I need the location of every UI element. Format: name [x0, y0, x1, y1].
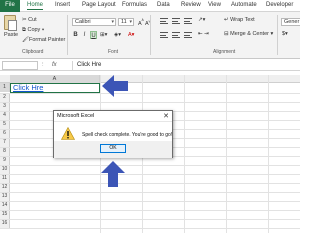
format-painter-label: Format Painter	[28, 37, 66, 43]
group-divider	[150, 15, 151, 55]
row-gridline	[0, 201, 300, 202]
dialog-footer: OK	[54, 141, 172, 158]
row-header[interactable]: 4	[0, 111, 10, 120]
tab-view[interactable]: View	[208, 2, 221, 8]
row-header[interactable]: 12	[0, 183, 10, 192]
row-gridline	[0, 192, 300, 193]
clipboard-group-label: Clipboard	[22, 49, 44, 55]
merge-center-button[interactable]: ⊟ Merge & Center ▾	[224, 31, 273, 37]
tab-data[interactable]: Data	[157, 2, 170, 8]
chevron-down-icon: ▾	[268, 31, 274, 37]
ribbon-tab-bar: File Home Insert Page Layout Formulas Da…	[0, 0, 300, 12]
name-box[interactable]	[2, 61, 38, 70]
formula-input[interactable]: Click Hre	[72, 61, 298, 70]
borders-icon[interactable]: ⊞▾	[100, 32, 107, 38]
cut-label: Cut	[28, 17, 37, 23]
wrap-text-button[interactable]: ↵ Wrap Text	[224, 17, 255, 23]
row-header[interactable]: 6	[0, 129, 10, 138]
align-middle-icon[interactable]	[172, 18, 180, 24]
copy-button[interactable]: ⧉ Copy ▾	[22, 27, 44, 34]
chevron-down-icon: ▾	[111, 19, 114, 25]
font-size-select[interactable]: 11 ▾	[118, 18, 134, 26]
bold-button[interactable]: B	[72, 31, 79, 39]
insert-function-button[interactable]: fx	[52, 62, 57, 68]
row-header[interactable]: 7	[0, 138, 10, 147]
group-divider	[277, 15, 278, 55]
dialog-title: Microsoft Excel	[57, 113, 95, 119]
arrow-up-icon	[101, 161, 125, 187]
row-gridline	[0, 183, 300, 184]
ribbon-home: Paste ✂ Cut ⧉ Copy ▾ 🖌Format Painter Cli…	[0, 12, 300, 59]
row-header[interactable]: 2	[0, 93, 10, 102]
row-header[interactable]: 11	[0, 174, 10, 183]
row-gridline	[0, 174, 300, 175]
row-gridline	[0, 228, 300, 229]
tab-review[interactable]: Review	[181, 2, 201, 8]
formula-bar-controls-icon: ⋮	[40, 62, 46, 68]
font-group-label: Font	[108, 49, 119, 55]
paste-button[interactable]: Paste	[4, 32, 18, 38]
merge-center-label: Merge & Center	[230, 31, 269, 37]
wrap-text-label: Wrap Text	[230, 17, 255, 23]
font-name-value: Calibri	[75, 19, 91, 25]
row-header[interactable]: 3	[0, 102, 10, 111]
italic-button[interactable]: I	[81, 31, 88, 39]
paste-icon[interactable]	[4, 15, 17, 31]
orientation-icon[interactable]: ↗▾	[198, 17, 205, 23]
close-icon[interactable]: ✕	[163, 112, 169, 120]
align-top-icon[interactable]	[160, 18, 168, 24]
row-header[interactable]: 14	[0, 201, 10, 210]
dialog-message: Spell check complete. You're good to go!	[82, 132, 173, 138]
tab-file[interactable]: File	[0, 0, 20, 12]
chevron-down-icon: ▾	[40, 27, 45, 33]
indent-icon[interactable]: ⇤ ⇥	[198, 31, 209, 37]
align-left-icon[interactable]	[160, 32, 168, 38]
underline-button[interactable]: U	[90, 31, 97, 39]
number-format-select[interactable]: Gener	[281, 18, 300, 26]
row-header[interactable]: 8	[0, 147, 10, 156]
font-color-icon[interactable]: A▾	[128, 32, 134, 38]
warning-icon	[61, 127, 75, 140]
row-header[interactable]: 5	[0, 120, 10, 129]
spell-check-dialog: Microsoft Excel ✕ Spell check complete. …	[53, 110, 173, 158]
align-right-icon[interactable]	[184, 32, 192, 38]
cut-button[interactable]: ✂ Cut	[22, 17, 37, 23]
chevron-down-icon: ▾	[129, 19, 132, 25]
row-gridline	[0, 210, 300, 211]
copy-label: Copy	[27, 27, 41, 33]
tab-developer[interactable]: Developer	[266, 2, 293, 8]
row-gridline	[0, 93, 300, 94]
row-header[interactable]: 16	[0, 219, 10, 228]
row-gridline	[0, 165, 300, 166]
currency-icon[interactable]: $▾	[282, 31, 288, 37]
group-divider	[67, 15, 68, 55]
row-gridline	[0, 102, 300, 103]
alignment-group-label: Alignment	[213, 49, 236, 55]
tab-formulas[interactable]: Formulas	[122, 2, 147, 8]
row-header[interactable]: 10	[0, 165, 10, 174]
align-bottom-icon[interactable]	[184, 18, 192, 24]
font-name-select[interactable]: Calibri ▾	[72, 18, 116, 26]
fill-color-icon[interactable]: ◈▾	[114, 32, 121, 38]
font-size-value: 11	[121, 19, 127, 25]
tab-home[interactable]: Home	[27, 2, 44, 10]
format-painter-button[interactable]: 🖌Format Painter	[22, 37, 65, 43]
tab-automate[interactable]: Automate	[231, 2, 257, 8]
tab-page-layout[interactable]: Page Layout	[82, 2, 116, 8]
font-grow-icon[interactable]: Aᴬ Aᵥ	[138, 18, 150, 27]
align-center-icon[interactable]	[172, 32, 180, 38]
cell-a1-hyperlink[interactable]: Click Hre	[10, 83, 100, 93]
row-header[interactable]: 13	[0, 192, 10, 201]
row-gridline	[0, 219, 300, 220]
arrow-left-icon	[102, 75, 128, 97]
column-header-row: A	[0, 75, 300, 83]
column-header-a[interactable]: A	[10, 75, 100, 83]
brush-icon: 🖌	[22, 37, 29, 43]
row-header[interactable]: 1	[0, 83, 10, 92]
row-header[interactable]: 15	[0, 210, 10, 219]
tab-insert[interactable]: Insert	[55, 2, 70, 8]
ok-button[interactable]: OK	[100, 144, 126, 153]
row-header[interactable]: 9	[0, 156, 10, 165]
formula-bar: ⋮ fx Click Hre	[0, 60, 300, 71]
